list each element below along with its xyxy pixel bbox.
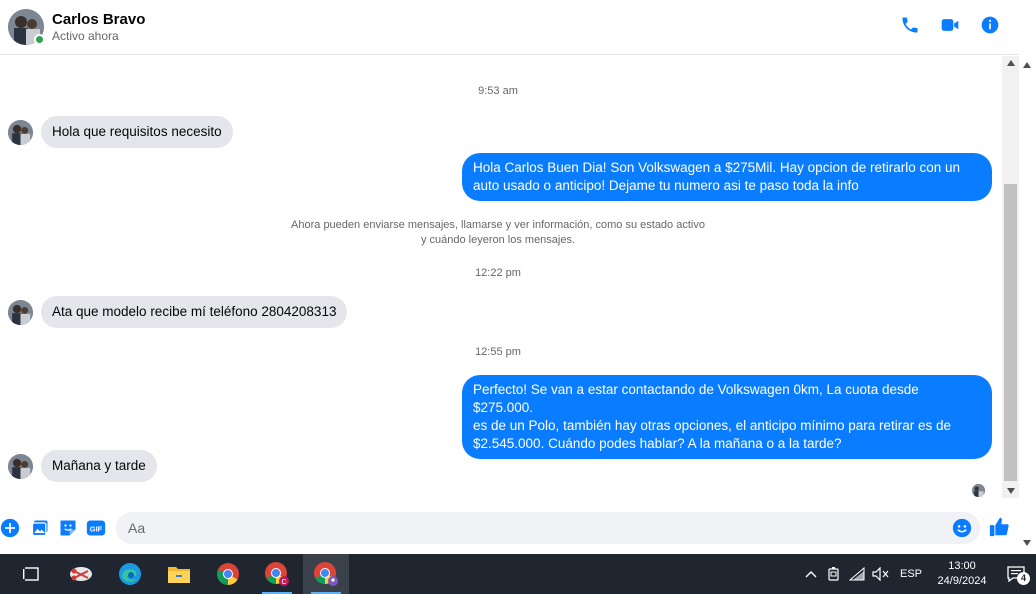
gif-label: GIF: [90, 524, 103, 533]
message-line: Perfecto! Se van a estar contactando de …: [473, 382, 919, 415]
svg-text:C: C: [281, 579, 286, 586]
message-line: Hola Carlos Buen Dia! Son Volkswagen a $…: [473, 160, 961, 175]
windows-taskbar: C ESP 13:00 24/9/2024 4: [0, 554, 1036, 594]
message-bubble-incoming[interactable]: Hola que requisitos necesito: [41, 116, 233, 148]
message-list: 9:53 am Hola que requisitos necesito Hol…: [0, 56, 1002, 504]
page-scroll-track: [1019, 56, 1036, 554]
timestamp: 12:22 pm: [475, 267, 521, 279]
messenger-window: Carlos Bravo Activo ahora 9:53 am Hola q…: [0, 0, 1036, 594]
contact-status: Activo ahora: [52, 29, 119, 43]
sender-avatar[interactable]: [8, 119, 33, 145]
notice-line: y cuándo leyeron los mensajes.: [420, 234, 576, 246]
plus-icon[interactable]: [0, 518, 20, 538]
contact-name: Carlos Bravo: [52, 11, 146, 28]
chrome-profile-active-icon[interactable]: [303, 554, 349, 594]
message-row-incoming: Mañana y tarde: [8, 450, 157, 482]
notice-line: Ahora pueden enviarse mensajes, llamarse…: [291, 219, 705, 231]
message-bubble-incoming[interactable]: Mañana y tarde: [41, 450, 157, 482]
page-scroll-up-icon[interactable]: [1023, 62, 1031, 68]
info-icon[interactable]: [979, 14, 1001, 36]
message-line: $2.545.000. Cuándo podes hablar? A la ma…: [473, 436, 842, 451]
wifi-icon[interactable]: [846, 554, 868, 594]
sticker-icon[interactable]: [58, 518, 78, 538]
sender-avatar[interactable]: [8, 299, 33, 325]
meet-now-icon[interactable]: [822, 554, 846, 594]
scroll-down-arrow[interactable]: [1002, 484, 1019, 498]
snipping-tool-icon[interactable]: [58, 554, 104, 594]
emoji-icon[interactable]: [952, 518, 972, 538]
sender-avatar[interactable]: [8, 453, 33, 479]
edge-icon[interactable]: [107, 554, 153, 594]
file-explorer-icon[interactable]: [156, 554, 202, 594]
online-status-dot: [34, 34, 45, 45]
message-line: es de un Polo, también hay otras opcione…: [473, 418, 952, 433]
message-bubble-outgoing[interactable]: Perfecto! Se van a estar contactando de …: [462, 375, 992, 459]
chat-header: Carlos Bravo Activo ahora: [0, 0, 1019, 55]
privacy-notice: Ahora pueden enviarse mensajes, llamarse…: [280, 218, 716, 248]
message-row-incoming: Hola que requisitos necesito: [8, 116, 233, 148]
image-icon[interactable]: [30, 518, 50, 538]
message-input-container: [116, 512, 980, 544]
timestamp: 9:53 am: [478, 85, 518, 97]
header-actions: [899, 14, 1001, 36]
clock-date: 24/9/2024: [937, 575, 987, 587]
notification-badge: 4: [1017, 572, 1030, 585]
contact-info[interactable]: Carlos Bravo Activo ahora: [52, 10, 145, 44]
clock-time: 13:00: [948, 560, 976, 572]
message-composer: GIF: [0, 506, 1036, 550]
message-scrollbar[interactable]: [1002, 56, 1019, 498]
chevron-up-icon[interactable]: [800, 554, 822, 594]
message-bubble-incoming[interactable]: Ata que modelo recibe mí teléfono 280420…: [41, 296, 348, 328]
thumbs-up-icon[interactable]: [988, 516, 1010, 538]
message-bubble-outgoing[interactable]: Hola Carlos Buen Dia! Son Volkswagen a $…: [462, 153, 992, 201]
message-row-incoming: Ata que modelo recibe mí teléfono 280420…: [8, 296, 348, 328]
seen-indicator-avatar: [972, 484, 985, 497]
system-tray: ESP 13:00 24/9/2024 4: [800, 554, 1036, 594]
input-language[interactable]: ESP: [894, 554, 928, 594]
scroll-up-arrow[interactable]: [1002, 56, 1019, 70]
contact-avatar-wrap[interactable]: [8, 9, 45, 45]
timestamp: 12:55 pm: [475, 346, 521, 358]
volume-muted-icon[interactable]: [868, 554, 894, 594]
clock[interactable]: 13:00 24/9/2024: [928, 554, 996, 594]
task-view-icon[interactable]: [8, 554, 54, 594]
scrollbar-thumb[interactable]: [1004, 184, 1017, 481]
chrome-icon[interactable]: [205, 554, 251, 594]
message-line: auto usado o anticipo! Dejame tu numero …: [473, 178, 859, 193]
video-icon[interactable]: [939, 14, 961, 36]
gif-icon[interactable]: GIF: [86, 518, 106, 538]
message-input[interactable]: [128, 520, 928, 536]
chrome-profile-c-icon[interactable]: C: [254, 554, 300, 594]
phone-icon[interactable]: [899, 14, 921, 36]
notification-center-icon[interactable]: 4: [996, 554, 1036, 594]
